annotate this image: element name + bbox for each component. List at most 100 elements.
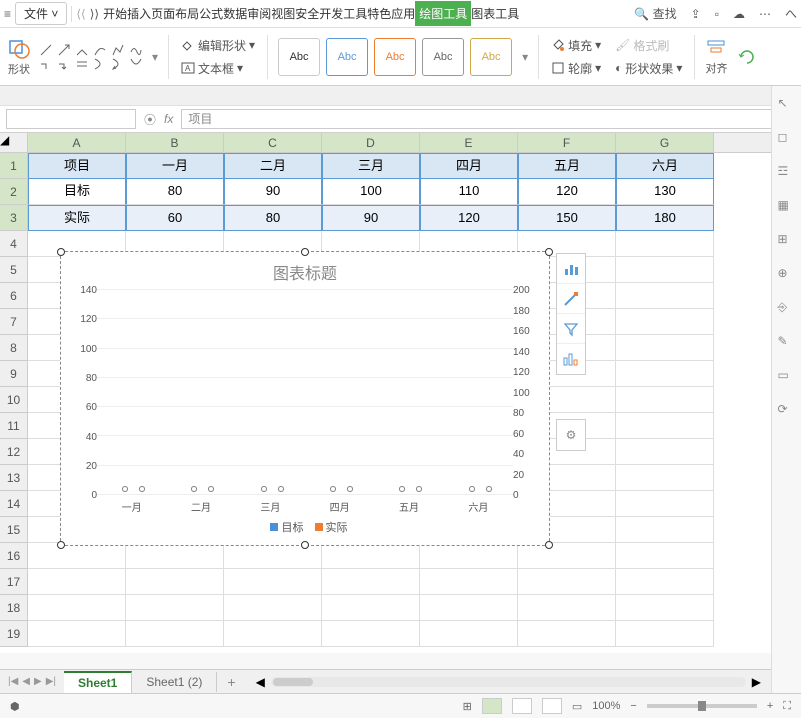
chart-style-icon[interactable] bbox=[557, 284, 585, 314]
share-icon[interactable]: ⇪ bbox=[691, 7, 701, 21]
horizontal-scrollbar[interactable]: ◀▶ bbox=[246, 675, 771, 689]
edit-shape[interactable]: 编辑形状 ▾ bbox=[179, 36, 257, 55]
row-header[interactable]: 2 bbox=[0, 179, 28, 205]
grid-icon[interactable]: ⊞ bbox=[778, 232, 796, 250]
align-button[interactable]: 对齐 bbox=[705, 38, 727, 76]
cell[interactable]: 五月 bbox=[518, 153, 616, 179]
tab-insert[interactable]: 插入 bbox=[127, 1, 151, 26]
col-header-G[interactable]: G bbox=[616, 133, 714, 152]
row-header[interactable]: 12 bbox=[0, 439, 28, 465]
page-view-button[interactable] bbox=[512, 698, 532, 714]
row-header[interactable]: 8 bbox=[0, 335, 28, 361]
row-header[interactable]: 9 bbox=[0, 361, 28, 387]
fx-icon[interactable]: fx bbox=[164, 112, 173, 126]
col-header-D[interactable]: D bbox=[322, 133, 420, 152]
cell[interactable]: 项目 bbox=[28, 153, 126, 179]
row-header[interactable]: 15 bbox=[0, 517, 28, 543]
col-header-B[interactable]: B bbox=[126, 133, 224, 152]
col-header-A[interactable]: A bbox=[28, 133, 126, 152]
fill-button[interactable]: 填充 ▾ bbox=[549, 36, 603, 55]
cell[interactable]: 60 bbox=[126, 205, 224, 231]
row-header[interactable]: 7 bbox=[0, 309, 28, 335]
cell[interactable]: 120 bbox=[518, 179, 616, 205]
locate-icon[interactable]: ⦿ bbox=[144, 111, 156, 128]
file-menu[interactable]: 文件 ˅ bbox=[15, 2, 67, 25]
style-gold[interactable]: Abc bbox=[470, 38, 512, 76]
row-header[interactable]: 4 bbox=[0, 231, 28, 257]
cell[interactable]: 目标 bbox=[28, 179, 126, 205]
name-box[interactable] bbox=[6, 109, 136, 129]
row-header[interactable]: 14 bbox=[0, 491, 28, 517]
clipboard-icon[interactable]: ▭ bbox=[778, 368, 796, 386]
tab-drawing-tools[interactable]: 绘图工具 bbox=[415, 1, 471, 26]
textbox[interactable]: A文本框 ▾ bbox=[179, 59, 257, 78]
style-default[interactable]: Abc bbox=[278, 38, 320, 76]
row-header[interactable]: 10 bbox=[0, 387, 28, 413]
chart-title[interactable]: 图表标题 bbox=[61, 252, 549, 284]
tab-start[interactable]: 开始 bbox=[103, 1, 127, 26]
row-header[interactable]: 11 bbox=[0, 413, 28, 439]
shape-effect[interactable]: ◐ 形状效果 ▾ bbox=[613, 59, 684, 78]
cell[interactable]: 四月 bbox=[420, 153, 518, 179]
chart-settings-icon[interactable]: ⚙ bbox=[557, 420, 585, 450]
row-header[interactable]: 1 bbox=[0, 153, 28, 179]
cell[interactable]: 130 bbox=[616, 179, 714, 205]
shape-styles[interactable]: Abc Abc Abc Abc Abc bbox=[278, 38, 512, 76]
row-header[interactable]: 18 bbox=[0, 595, 28, 621]
sheet-nav-next[interactable]: ▶ bbox=[34, 676, 42, 687]
zoom-in-button[interactable]: + bbox=[767, 700, 773, 712]
cell[interactable]: 六月 bbox=[616, 153, 714, 179]
select-icon[interactable]: ◻ bbox=[778, 130, 796, 148]
formula-input[interactable]: 项目 bbox=[181, 109, 795, 129]
row-header[interactable]: 19 bbox=[0, 621, 28, 647]
cell[interactable]: 90 bbox=[322, 205, 420, 231]
sheet-nav-last[interactable]: ▶| bbox=[46, 676, 56, 687]
search-button[interactable]: 🔍 查找 bbox=[634, 5, 676, 22]
edit-icon[interactable]: ✎ bbox=[778, 334, 796, 352]
shape-insert[interactable]: 形状 bbox=[8, 37, 30, 77]
tab-formula[interactable]: 公式 bbox=[199, 1, 223, 26]
col-header-F[interactable]: F bbox=[518, 133, 616, 152]
spreadsheet-grid[interactable]: ◢ A B C D E F G 1 2 3 4 5 6 7 8 9 10 11 … bbox=[0, 133, 801, 653]
record-icon[interactable]: ⬢ bbox=[10, 700, 20, 713]
cell[interactable]: 二月 bbox=[224, 153, 322, 179]
settings-icon[interactable]: ⋯ bbox=[759, 7, 771, 21]
chart-filter-icon[interactable] bbox=[557, 314, 585, 344]
tab-data[interactable]: 数据 bbox=[223, 1, 247, 26]
menu-icon[interactable]: ≡ bbox=[4, 7, 11, 21]
tab-nav-next[interactable]: ⟩⟩ bbox=[90, 7, 99, 21]
cell[interactable]: 三月 bbox=[322, 153, 420, 179]
style-pane-icon[interactable]: ☲ bbox=[778, 164, 796, 182]
property-pane-icon[interactable]: ▦ bbox=[778, 198, 796, 216]
outline-button[interactable]: 轮廓 ▾ bbox=[549, 59, 603, 78]
cell[interactable]: 一月 bbox=[126, 153, 224, 179]
cloud-icon[interactable]: ☁ bbox=[733, 7, 745, 21]
row-header[interactable]: 5 bbox=[0, 257, 28, 283]
select-all-corner[interactable]: ◢ bbox=[0, 133, 28, 152]
rotate-button[interactable] bbox=[737, 47, 757, 67]
row-header[interactable]: 6 bbox=[0, 283, 28, 309]
tab-security[interactable]: 安全 bbox=[295, 1, 319, 26]
style-blue[interactable]: Abc bbox=[326, 38, 368, 76]
cell[interactable]: 80 bbox=[126, 179, 224, 205]
backup-icon[interactable]: ⟳ bbox=[778, 402, 796, 420]
sheet-tab[interactable]: Sheet1 (2) bbox=[132, 672, 217, 692]
tab-nav-prev[interactable]: ⟨⟨ bbox=[76, 7, 85, 21]
chart-elements-icon[interactable] bbox=[557, 254, 585, 284]
zoom-slider[interactable] bbox=[647, 704, 757, 708]
fullscreen-icon[interactable]: ⛶ bbox=[783, 700, 791, 713]
row-header[interactable]: 17 bbox=[0, 569, 28, 595]
cell[interactable]: 80 bbox=[224, 205, 322, 231]
row-header[interactable]: 13 bbox=[0, 465, 28, 491]
more-icon[interactable]: ⊕ bbox=[778, 266, 796, 284]
shape-gallery[interactable] bbox=[40, 44, 142, 70]
pagebreak-view-button[interactable] bbox=[542, 698, 562, 714]
cursor-icon[interactable]: ↖ bbox=[778, 96, 796, 114]
tab-chart-tools[interactable]: 图表工具 bbox=[471, 1, 519, 26]
tab-review[interactable]: 审阅 bbox=[247, 1, 271, 26]
save-icon[interactable]: ▫ bbox=[715, 7, 719, 21]
view-mode-icon[interactable]: ⊞ bbox=[463, 700, 472, 713]
tab-layout[interactable]: 页面布局 bbox=[151, 1, 199, 26]
zoom-level[interactable]: 100% bbox=[592, 700, 620, 712]
cell[interactable]: 180 bbox=[616, 205, 714, 231]
